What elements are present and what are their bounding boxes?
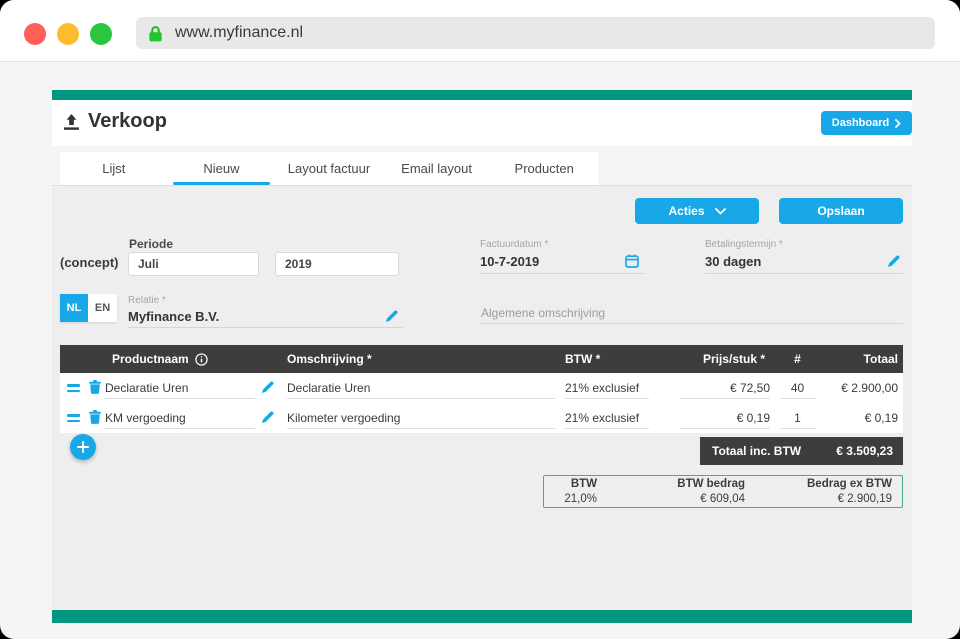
chevron-right-icon <box>895 119 901 128</box>
productnaam-field[interactable]: Declaratie Uren <box>105 377 255 399</box>
table-header-productnaam: Productnaam <box>105 352 287 366</box>
btw-field[interactable]: 21% exclusief <box>565 377 649 399</box>
opslaan-button[interactable]: Opslaan <box>779 198 903 224</box>
edit-relatie-icon[interactable] <box>386 309 398 327</box>
algemene-omschrijving-underline <box>480 323 903 324</box>
table-header-aantal: # <box>770 352 825 366</box>
tab-layout-factuur[interactable]: Layout factuur <box>275 152 383 185</box>
table-header-omschrijving: Omschrijving * <box>287 352 565 366</box>
upload-icon[interactable] <box>63 114 80 136</box>
btw-summary-header: BTW <box>544 478 609 490</box>
tab-email-layout[interactable]: Email layout <box>383 152 491 185</box>
acties-button[interactable]: Acties <box>635 198 759 224</box>
dashboard-button[interactable]: Dashboard <box>821 111 912 135</box>
grand-total-bar: Totaal inc. BTW € 3.509,23 <box>700 437 903 465</box>
plus-icon <box>77 441 89 453</box>
trash-icon[interactable] <box>89 380 101 397</box>
factuurdatum-underline <box>480 273 645 274</box>
edit-product-icon[interactable] <box>262 411 274 426</box>
grand-total-value: € 3.509,23 <box>836 444 893 458</box>
factuurdatum-label: Factuurdatum * <box>480 239 548 250</box>
acties-button-label: Acties <box>668 204 704 218</box>
tab-lijst[interactable]: Lijst <box>60 152 168 185</box>
browser-window: www.myfinance.nl Verkoop Dashboard Lijst… <box>0 0 960 639</box>
browser-chrome: www.myfinance.nl <box>0 0 960 62</box>
factuurdatum-value[interactable]: 10-7-2019 <box>480 254 539 269</box>
btw-summary-header: BTW bedrag <box>609 478 757 490</box>
betalingstermijn-label: Betalingstermijn * <box>705 239 783 250</box>
periode-label: Periode <box>129 237 173 251</box>
productnaam-field[interactable]: KM vergoeding <box>105 407 255 429</box>
drag-handle-icon[interactable] <box>67 384 80 392</box>
calendar-icon[interactable] <box>625 254 639 273</box>
opslaan-button-label: Opslaan <box>817 204 864 218</box>
add-row-button[interactable] <box>70 434 96 460</box>
close-window-button[interactable] <box>24 23 46 45</box>
language-toggle: NL EN <box>60 294 117 322</box>
relatie-value[interactable]: Myfinance B.V. <box>128 309 219 324</box>
relatie-underline <box>128 327 403 328</box>
dashboard-button-label: Dashboard <box>832 117 889 129</box>
language-nl-button[interactable]: NL <box>60 294 88 322</box>
page-header: Verkoop Dashboard <box>52 100 912 146</box>
omschrijving-field[interactable]: Declaratie Uren <box>287 377 555 399</box>
edit-betalingstermijn-icon[interactable] <box>888 254 900 272</box>
chevron-down-icon <box>715 208 726 215</box>
prijs-field[interactable]: € 72,50 <box>680 377 770 399</box>
productnaam-header-label: Productnaam <box>112 352 189 366</box>
lock-icon <box>148 25 163 42</box>
prijs-field[interactable]: € 0,19 <box>680 407 770 429</box>
table-header-prijs: Prijs/stuk * <box>665 352 770 366</box>
betalingstermijn-underline <box>705 273 903 274</box>
periode-year-input[interactable] <box>275 252 399 276</box>
minimize-window-button[interactable] <box>57 23 79 45</box>
algemene-omschrijving-field[interactable]: Algemene omschrijving <box>481 306 605 320</box>
tab-bar: Lijst Nieuw Layout factuur Email layout … <box>60 152 598 185</box>
url-text: www.myfinance.nl <box>175 24 303 42</box>
edit-product-icon[interactable] <box>262 381 274 396</box>
betalingstermijn-value[interactable]: 30 dagen <box>705 254 761 269</box>
table-header-totaal: Totaal <box>825 352 903 366</box>
drag-handle-icon[interactable] <box>67 414 80 422</box>
row-totaal-value: € 0,19 <box>825 403 903 433</box>
info-icon[interactable] <box>195 353 208 366</box>
relatie-label: Relatie * <box>128 295 166 306</box>
aantal-field[interactable]: 1 <box>780 407 816 429</box>
grand-total-label: Totaal inc. BTW <box>712 444 801 458</box>
btw-summary-value: 21,0% <box>544 493 609 505</box>
btw-summary-header: Bedrag ex BTW <box>757 478 904 490</box>
tab-nieuw[interactable]: Nieuw <box>168 152 276 185</box>
periode-month-input[interactable] <box>128 252 259 276</box>
zoom-window-button[interactable] <box>90 23 112 45</box>
page-title: Verkoop <box>88 110 167 133</box>
table-body: Declaratie Uren Declaratie Uren 21% excl… <box>60 373 903 433</box>
trash-icon[interactable] <box>89 410 101 427</box>
table-row: Declaratie Uren Declaratie Uren 21% excl… <box>60 373 903 403</box>
table-row: KM vergoeding Kilometer vergoeding 21% e… <box>60 403 903 433</box>
tab-producten[interactable]: Producten <box>490 152 598 185</box>
btw-summary-value: € 609,04 <box>609 493 757 505</box>
card-bottom-accent-bar <box>52 610 912 623</box>
aantal-field[interactable]: 40 <box>780 377 816 399</box>
card-top-accent-bar <box>52 90 912 100</box>
btw-field[interactable]: 21% exclusief <box>565 407 649 429</box>
omschrijving-field[interactable]: Kilometer vergoeding <box>287 407 555 429</box>
btw-summary-value: € 2.900,19 <box>757 493 904 505</box>
concept-status-label: (concept) <box>60 255 119 270</box>
btw-summary-table: BTW BTW bedrag Bedrag ex BTW 21,0% € 609… <box>543 475 903 508</box>
row-totaal-value: € 2.900,00 <box>825 373 903 403</box>
url-bar[interactable]: www.myfinance.nl <box>136 17 935 49</box>
table-header: Productnaam Omschrijving * BTW * Prijs/s… <box>60 345 903 373</box>
table-header-btw: BTW * <box>565 352 665 366</box>
language-en-button[interactable]: EN <box>88 294 117 322</box>
